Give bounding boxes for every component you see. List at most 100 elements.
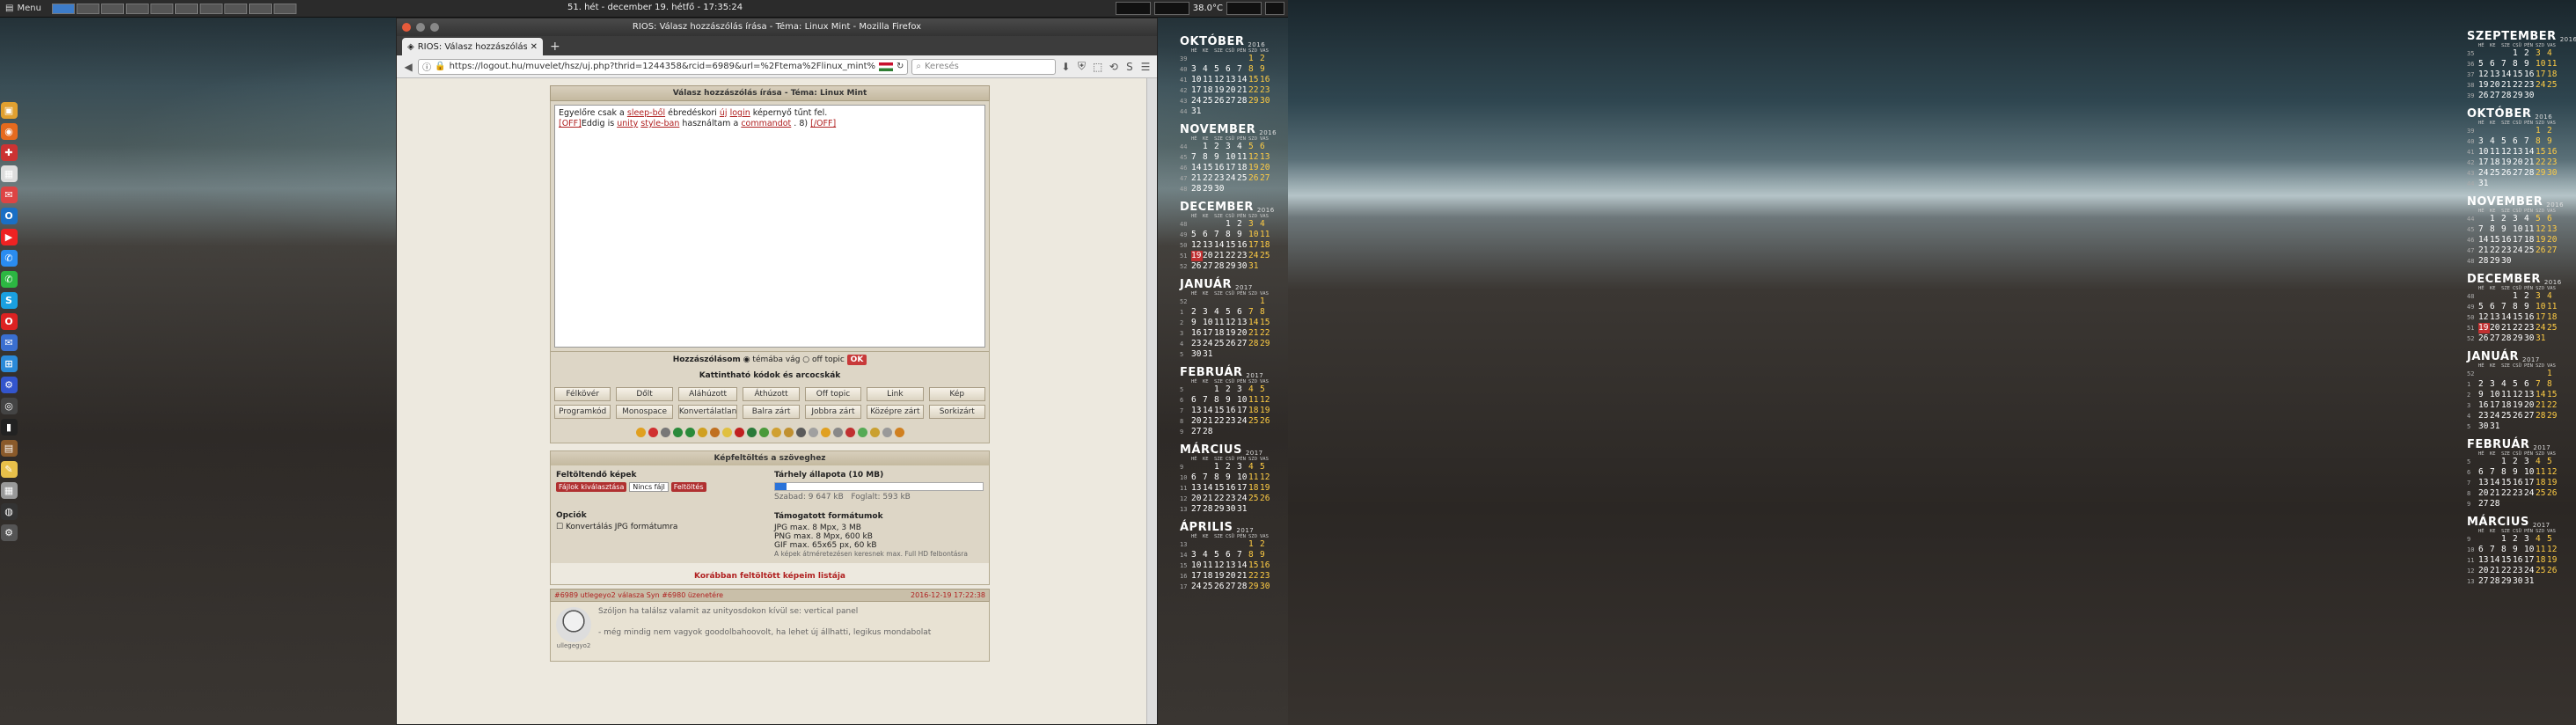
calendar-icon[interactable]: ▦ — [0, 165, 18, 182]
new-tab-icon[interactable]: + — [543, 40, 567, 55]
radio-off-topic[interactable]: ○ — [802, 355, 809, 364]
filemanager-icon[interactable]: ▣ — [0, 102, 18, 119]
smiley-icon[interactable] — [709, 428, 720, 437]
format-button[interactable]: Áthúzott — [743, 387, 800, 401]
smiley-icon[interactable] — [648, 428, 658, 437]
window-titlebar[interactable]: RIOS: Válasz hozzászólás írása - Téma: L… — [397, 18, 1157, 36]
workspace-switcher[interactable] — [51, 3, 296, 14]
smiley-icon[interactable] — [832, 428, 843, 437]
format-button[interactable]: Félkövér — [554, 387, 611, 401]
smiley-icon[interactable] — [758, 428, 769, 437]
format-button[interactable]: Sorkizárt — [928, 405, 985, 419]
format-button[interactable]: Dőlt — [616, 387, 673, 401]
menu-button[interactable]: ▤ Menu — [0, 0, 47, 18]
post-author-line[interactable]: #6989 utlegeyo2 válasza Syn #6980 üzenet… — [554, 591, 723, 599]
download-icon[interactable]: ⬇ — [1059, 60, 1072, 74]
format-button[interactable]: Monospace — [616, 405, 673, 419]
mail-icon[interactable]: ✉ — [0, 334, 18, 351]
firefox-icon[interactable]: ◉ — [0, 123, 18, 140]
smiley-icon[interactable] — [697, 428, 707, 437]
terminal-icon[interactable]: ▮ — [0, 419, 18, 436]
smiley-icon[interactable] — [734, 428, 744, 437]
format-button[interactable]: Középre zárt — [867, 405, 924, 419]
upload-button[interactable]: Feltöltés — [670, 482, 706, 492]
smiley-icon[interactable] — [771, 428, 781, 437]
page-scrollbar[interactable] — [1146, 78, 1157, 724]
editor-link[interactable]: új — [720, 108, 728, 118]
format-button[interactable]: Balra zárt — [743, 405, 800, 419]
smiley-icon[interactable] — [721, 428, 732, 437]
smiley-icon[interactable] — [808, 428, 818, 437]
whatsapp-icon[interactable]: ✆ — [0, 271, 18, 288]
workspace-3[interactable] — [100, 3, 124, 14]
gmail-icon[interactable]: ✉ — [0, 187, 18, 203]
convert-checkbox[interactable]: ☐ — [556, 523, 563, 531]
workspace-4[interactable] — [125, 3, 149, 14]
hamburger-menu-icon[interactable]: ☰ — [1139, 60, 1152, 74]
smiley-icon[interactable] — [672, 428, 683, 437]
gear-icon[interactable]: ⚙ — [0, 524, 18, 541]
search-box[interactable]: ⌕ Keresés — [911, 58, 1057, 75]
extension-icon[interactable]: ⬚ — [1092, 60, 1104, 74]
tab-active[interactable]: ◈ RIOS: Válasz hozzászólás... ✕ — [402, 38, 543, 55]
app-red-icon[interactable]: ✚ — [0, 144, 18, 161]
network-graph[interactable] — [1115, 2, 1151, 15]
smiley-icon[interactable] — [783, 428, 794, 437]
smiley-icon[interactable] — [684, 428, 695, 437]
outlook-icon[interactable]: O — [0, 208, 18, 224]
youtube-icon[interactable]: ▶ — [0, 229, 18, 245]
close-tab-icon[interactable]: ✕ — [531, 42, 538, 52]
editor-link[interactable]: [OFF] — [559, 119, 582, 128]
cpu-graph[interactable] — [1153, 2, 1189, 15]
windows-icon[interactable]: ⊞ — [0, 355, 18, 372]
info-icon[interactable]: ⓘ — [422, 60, 431, 73]
smiley-icon[interactable] — [820, 428, 831, 437]
format-button[interactable]: Off topic — [804, 387, 862, 401]
workspace-5[interactable] — [150, 3, 173, 14]
format-button[interactable]: Programkód — [554, 405, 611, 419]
smiley-icon[interactable] — [660, 428, 670, 437]
settings-icon[interactable]: ⚙ — [0, 377, 18, 393]
workspace-1[interactable] — [51, 3, 75, 14]
disk-icon[interactable]: ◍ — [0, 503, 18, 520]
smiley-icon[interactable] — [746, 428, 757, 437]
editor-link[interactable]: commandot — [741, 119, 791, 128]
format-button[interactable]: Link — [867, 387, 924, 401]
editor-link[interactable]: style-ban — [640, 119, 679, 128]
opera-icon[interactable]: O — [0, 313, 18, 330]
workspace-7[interactable] — [199, 3, 223, 14]
editor-link[interactable]: sleep-ből — [627, 108, 665, 118]
smiley-icon[interactable] — [845, 428, 855, 437]
format-button[interactable]: Jobbra zárt — [804, 405, 862, 419]
workspace-9[interactable] — [248, 3, 272, 14]
format-button[interactable]: Konvertálatlan — [677, 405, 738, 419]
shield-icon[interactable]: ⛨ — [1076, 60, 1088, 74]
editor-link[interactable]: unity — [617, 119, 638, 128]
tray-applet[interactable] — [1265, 2, 1284, 15]
back-icon[interactable]: ◀ — [402, 60, 414, 74]
panel-clock[interactable]: 51. hét - december 19. hétfő - 17:35:24 — [567, 3, 743, 12]
editor-link[interactable]: [/OFF] — [810, 119, 836, 128]
memory-graph[interactable] — [1226, 2, 1262, 15]
archive-icon[interactable]: ▤ — [0, 440, 18, 457]
format-button[interactable]: Kép — [928, 387, 985, 401]
workspace-8[interactable] — [223, 3, 247, 14]
camera-icon[interactable]: ◎ — [0, 398, 18, 414]
format-button[interactable]: Aláhúzott — [677, 387, 738, 401]
sync-icon[interactable]: ⟲ — [1108, 60, 1120, 74]
avatar[interactable] — [556, 607, 591, 642]
smiley-icon[interactable] — [882, 428, 892, 437]
smiley-icon[interactable] — [635, 428, 646, 437]
account-icon[interactable]: S — [1123, 60, 1136, 74]
url-bar[interactable]: ⓘ 🔒 https://logout.hu/muvelet/hsz/uj.php… — [418, 58, 909, 75]
workspace-10[interactable] — [273, 3, 296, 14]
calculator-icon[interactable]: ▦ — [0, 482, 18, 499]
notes-icon[interactable]: ✎ — [0, 461, 18, 478]
message-textarea[interactable]: Egyelőre csak a sleep-ből ébredéskori új… — [554, 105, 985, 348]
editor-link[interactable]: login — [730, 108, 750, 118]
messenger-icon[interactable]: ✆ — [0, 250, 18, 267]
radio-on-topic[interactable]: ◉ — [743, 355, 750, 364]
reload-icon[interactable]: ↻ — [896, 62, 904, 71]
older-images-link[interactable]: Korábban feltöltött képeim listája — [551, 563, 989, 584]
workspace-6[interactable] — [174, 3, 198, 14]
